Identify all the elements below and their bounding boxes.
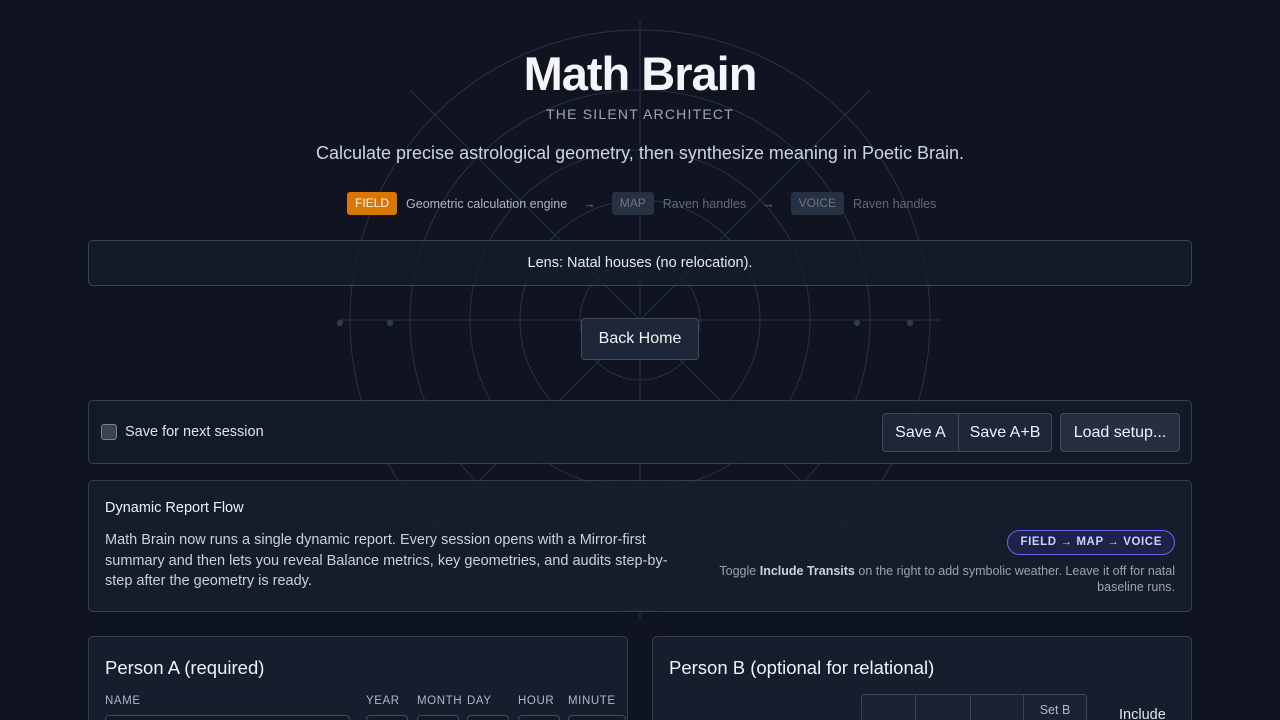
person-b-card: Person B (optional for relational) Set B… [652,636,1192,720]
save-a-b-button[interactable]: Save A+B [959,414,1051,451]
day-label: DAY [467,695,492,707]
save-button-group: Save A Save A+B [882,413,1052,452]
day-input[interactable] [467,715,509,720]
flow-note-prefix: Toggle [719,564,760,578]
person-b-title: Person B (optional for relational) [669,657,935,678]
page-title: Math Brain [523,47,758,100]
step-map-badge: MAP [611,192,654,215]
include-label[interactable]: Include [1119,707,1166,720]
minute-input[interactable] [568,715,626,720]
save-session-label[interactable]: Save for next session [125,424,264,440]
flow-badge: FIELD → MAP → VOICE [1007,530,1175,555]
save-session-checkbox[interactable] [101,424,117,440]
person-a-title: Person A (required) [105,657,265,678]
lens-banner: Lens: Natal houses (no relocation). [88,240,1192,286]
segment-option[interactable] [862,695,916,720]
flow-title: Dynamic Report Flow [105,500,244,516]
flow-body: Math Brain now runs a single dynamic rep… [105,532,668,589]
step-field-desc: Geometric calculation engine [406,196,568,211]
step-voice-desc: Raven handles [852,196,937,211]
flow-note: Toggle Include Transits on the right to … [695,563,1175,595]
segment-option[interactable] [971,695,1024,720]
page-tagline: Calculate precise astrological geometry,… [316,143,964,163]
flow-note-bold: Include Transits [759,564,855,578]
person-a-card: Person A (required) NAME YEAR MONTH DAY … [88,636,628,720]
year-input[interactable] [366,715,408,720]
month-label: MONTH [417,695,463,707]
back-home-button[interactable]: Back Home [581,318,699,360]
dynamic-report-flow-panel: Dynamic Report Flow Math Brain now runs … [88,480,1192,612]
step-field-badge: FIELD [347,192,398,215]
name-input[interactable] [105,715,350,720]
month-input[interactable] [417,715,459,720]
hour-label: HOUR [518,695,555,707]
session-bar: Save for next session Save A Save A+B Lo… [88,400,1192,464]
name-label: NAME [105,695,141,707]
arrow-right-icon: → [583,196,596,211]
segment-option[interactable] [916,695,971,720]
load-setup-button[interactable]: Load setup... [1060,413,1180,452]
flow-note-suffix: on the right to add symbolic weather. Le… [854,564,1175,594]
step-map-desc: Raven handles [662,196,747,211]
person-b-segmented-control: Set B [861,694,1087,720]
year-label: YEAR [366,695,400,707]
minute-label: MINUTE [568,695,616,707]
hour-input[interactable] [518,715,560,720]
page-subtitle: THE SILENT ARCHITECT [546,106,734,122]
pipeline-steps: FIELD Geometric calculation engine → MAP… [347,192,936,215]
save-a-button[interactable]: Save A [883,414,959,451]
arrow-right-icon: → [762,196,775,211]
step-voice-badge: VOICE [790,192,844,215]
set-b-button[interactable]: Set B [1024,695,1086,720]
